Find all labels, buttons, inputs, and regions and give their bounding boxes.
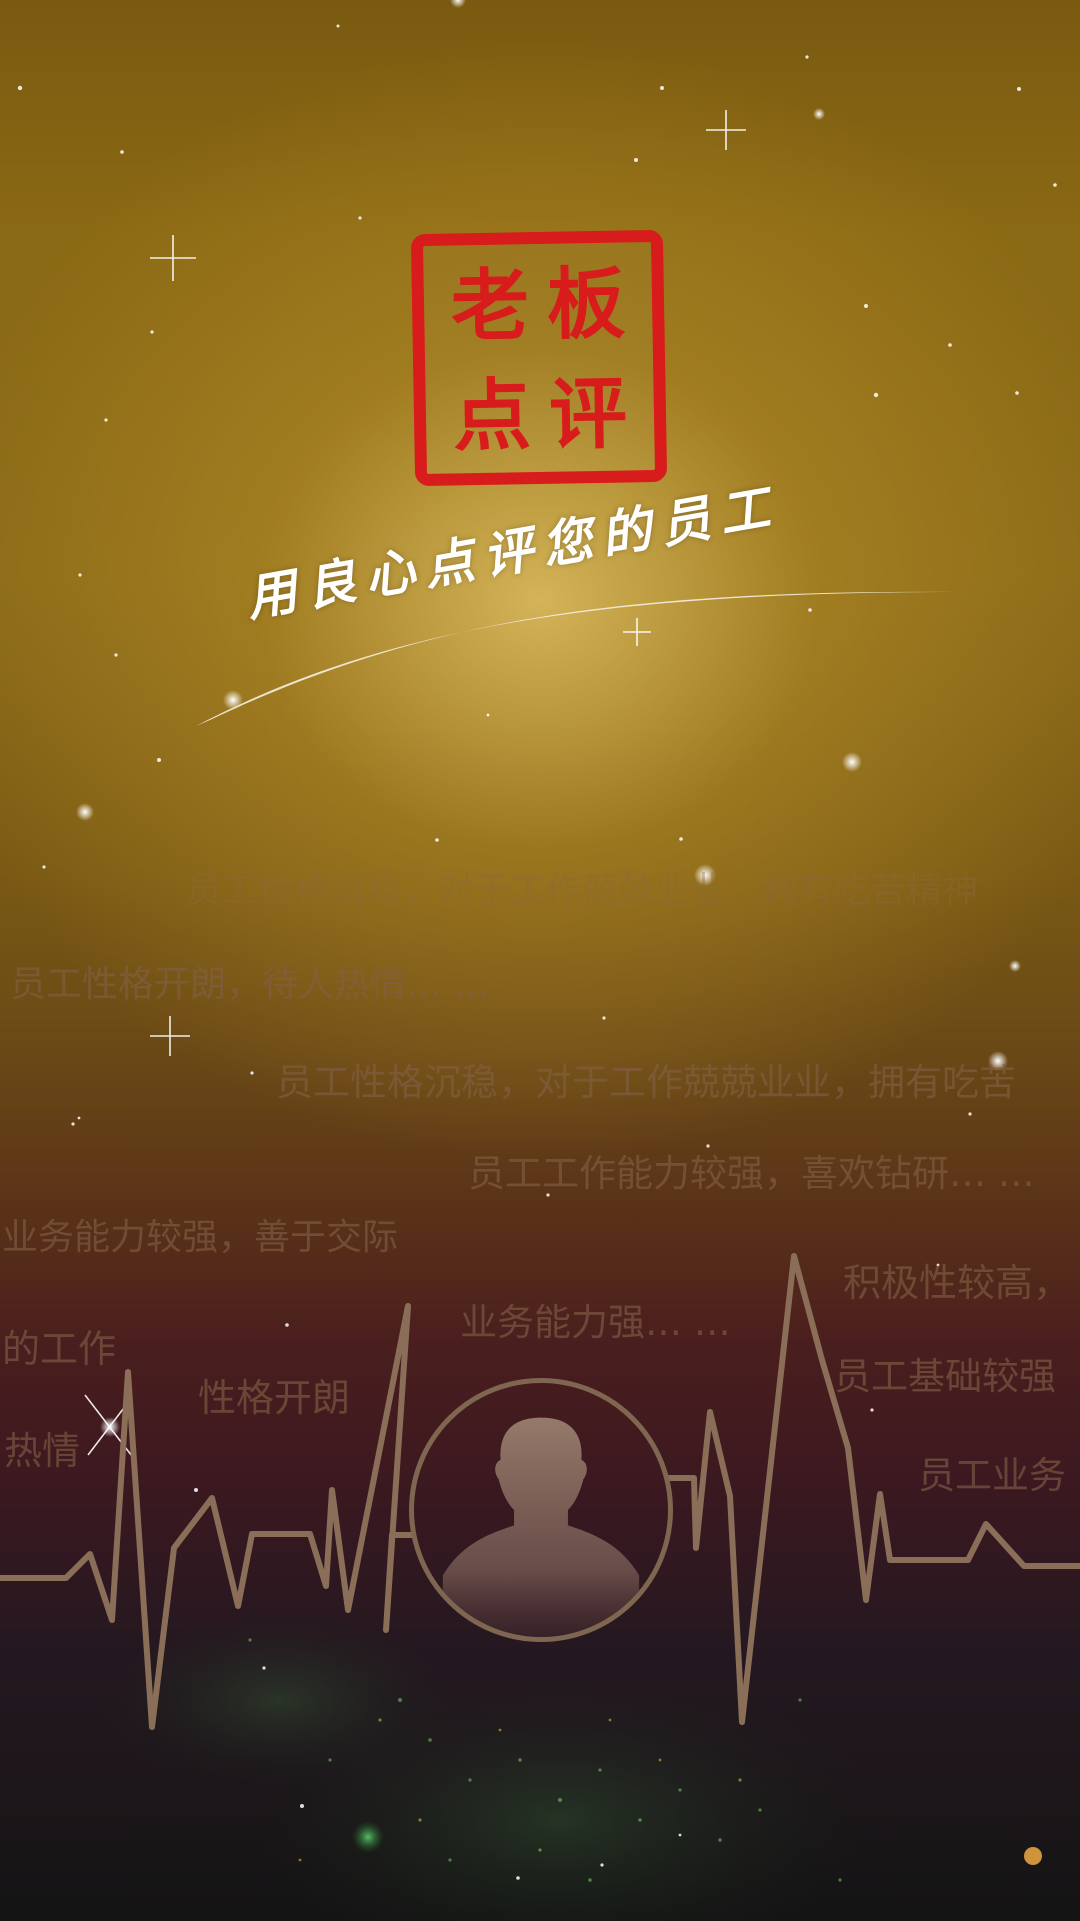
person-silhouette-icon [442, 1417, 640, 1637]
splash-screen: 老 板 点 评 用良心点评您的员工 员工性格沉稳，对于工作兢兢业业，拥有吃苦精神… [0, 0, 1080, 1921]
avatar [409, 1378, 673, 1642]
